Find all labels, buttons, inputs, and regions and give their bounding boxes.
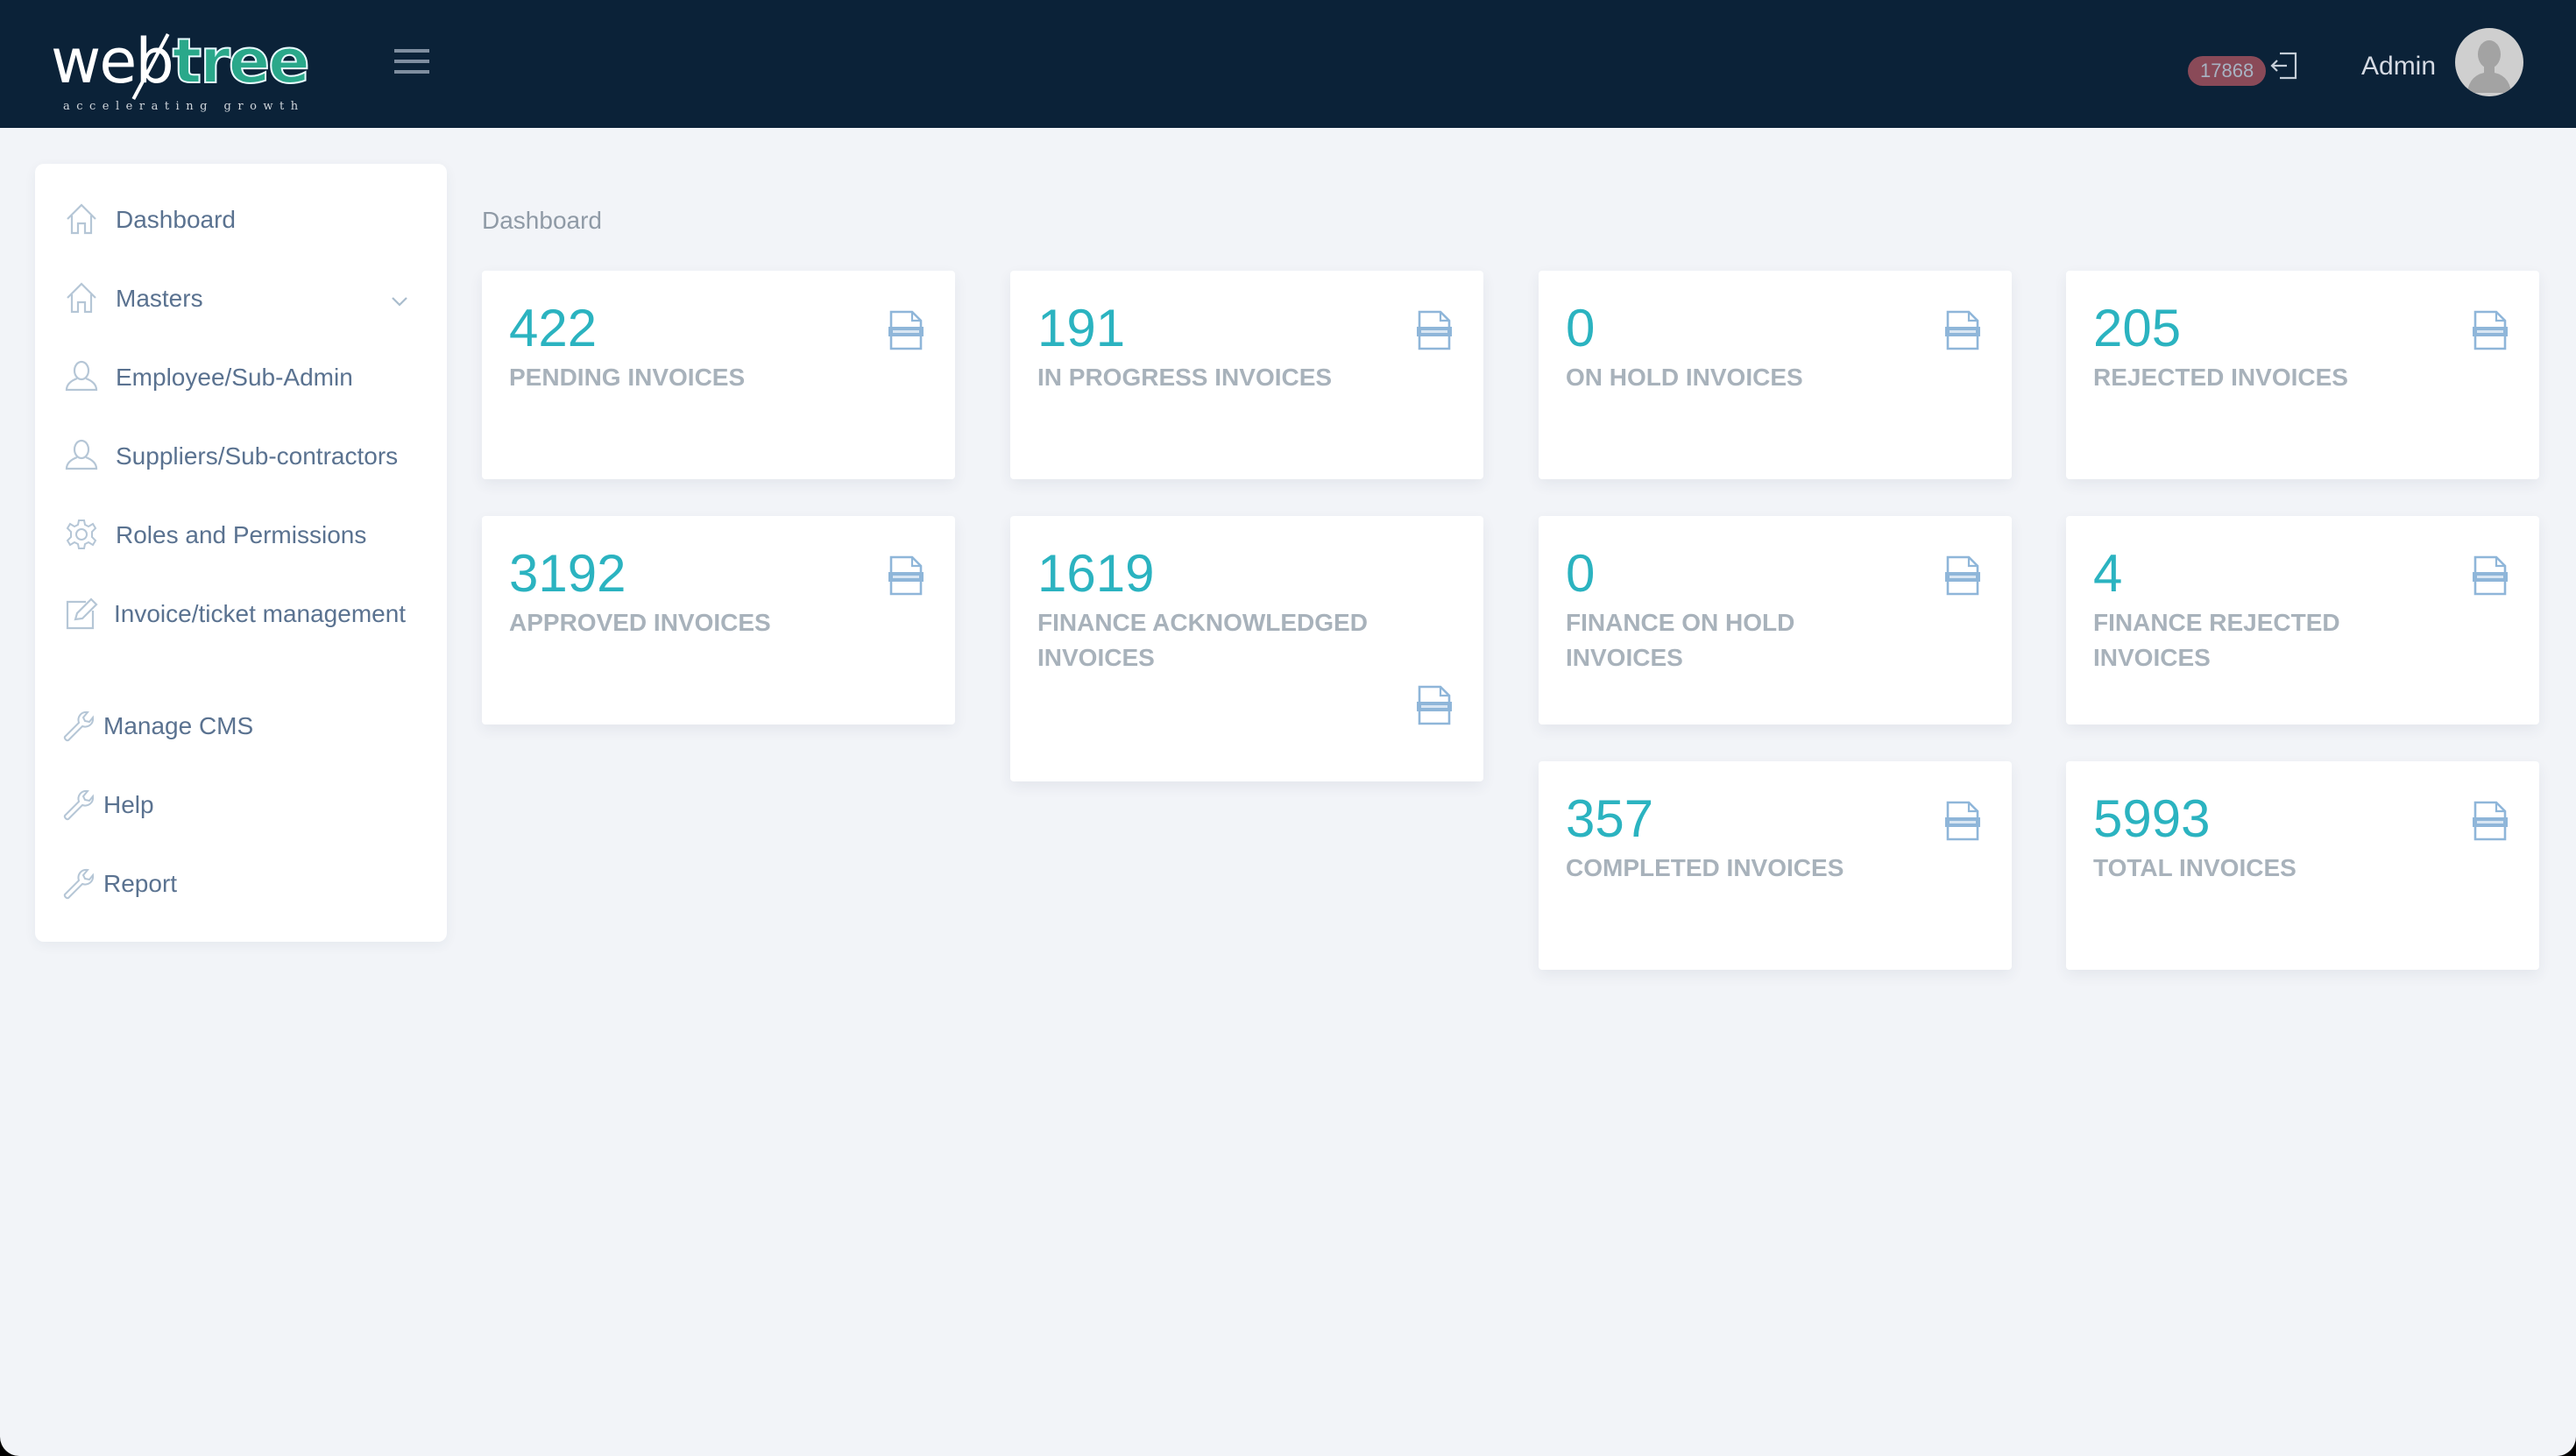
stat-label: PENDING INVOICES bbox=[509, 364, 746, 391]
logo-tagline: accelerating growth bbox=[63, 100, 305, 113]
stat-value: 357 bbox=[1566, 789, 1654, 848]
stat-label: TOTAL INVOICES bbox=[2093, 854, 2296, 881]
gear-icon bbox=[65, 518, 98, 551]
home-icon bbox=[65, 281, 98, 315]
wrench-icon bbox=[61, 788, 95, 821]
webtree-logo[interactable]: webtree accelerating growth bbox=[51, 25, 311, 114]
sidebar-item-label: Dashboard bbox=[116, 206, 236, 233]
invoice-document-icon bbox=[1417, 309, 1452, 351]
sidebar-item-suppliers[interactable]: Suppliers/Sub-contractors bbox=[65, 439, 433, 474]
sidebar-item-label: Manage CMS bbox=[103, 712, 254, 739]
sidebar-item-label: Roles and Permissions bbox=[116, 521, 367, 548]
invoice-document-icon bbox=[888, 555, 924, 597]
sidebar-item-report[interactable]: Report bbox=[61, 866, 429, 901]
stat-card-finance-rejected[interactable]: 4 FINANCE REJECTED INVOICES bbox=[2066, 516, 2539, 724]
home-icon bbox=[65, 202, 98, 236]
stat-card-finance-on-hold[interactable]: 0 FINANCE ON HOLD INVOICES bbox=[1539, 516, 2012, 724]
stat-label: FINANCE ON HOLD INVOICES bbox=[1566, 609, 1795, 671]
stat-value: 422 bbox=[509, 299, 598, 357]
chevron-down-icon[interactable] bbox=[389, 286, 410, 307]
stat-card-pending[interactable]: 422 PENDING INVOICES bbox=[482, 271, 955, 479]
sidebar-item-employee-sub-admin[interactable]: Employee/Sub-Admin bbox=[65, 360, 433, 395]
top-navbar: webtree accelerating growth 17868 Admin bbox=[0, 0, 2576, 128]
stat-value: 0 bbox=[1566, 299, 1596, 357]
sidebar: Dashboard Masters Employee/Sub-Admin Sup… bbox=[35, 164, 447, 942]
sidebar-item-dashboard[interactable]: Dashboard bbox=[65, 202, 433, 237]
sidebar-item-label: Masters bbox=[116, 285, 203, 312]
stat-card-in-progress[interactable]: 191 IN PROGRESS INVOICES bbox=[1010, 271, 1483, 479]
logout-icon[interactable] bbox=[2269, 51, 2299, 81]
stat-label: REJECTED INVOICES bbox=[2093, 364, 2348, 391]
user-avatar-icon[interactable] bbox=[2455, 28, 2523, 96]
sidebar-item-label: Employee/Sub-Admin bbox=[116, 364, 353, 391]
user-icon bbox=[65, 360, 98, 393]
stat-value: 0 bbox=[1566, 544, 1596, 603]
stat-value: 4 bbox=[2093, 544, 2123, 603]
invoice-document-icon bbox=[888, 309, 924, 351]
edit-icon bbox=[65, 597, 98, 630]
invoice-document-icon bbox=[1417, 684, 1452, 726]
sidebar-item-masters[interactable]: Masters bbox=[65, 281, 433, 316]
stat-value: 1619 bbox=[1037, 544, 1155, 603]
notification-badge[interactable]: 17868 bbox=[2188, 56, 2267, 86]
invoice-document-icon bbox=[2473, 309, 2508, 351]
stat-value: 5993 bbox=[2093, 789, 2211, 848]
sidebar-item-invoice-ticket-management[interactable]: Invoice/ticket management bbox=[61, 597, 429, 632]
stat-value: 3192 bbox=[509, 544, 626, 603]
sidebar-item-label: Help bbox=[103, 791, 154, 818]
breadcrumb: Dashboard bbox=[482, 207, 602, 234]
user-icon bbox=[65, 439, 98, 472]
logo-tree: tree bbox=[172, 25, 311, 97]
sidebar-item-roles-permissions[interactable]: Roles and Permissions bbox=[65, 518, 433, 553]
stat-card-completed[interactable]: 357 COMPLETED INVOICES bbox=[1539, 761, 2012, 970]
invoice-document-icon bbox=[1945, 800, 1980, 842]
sidebar-item-label: Suppliers/Sub-contractors bbox=[116, 442, 399, 470]
invoice-document-icon bbox=[2473, 555, 2508, 597]
stat-card-total[interactable]: 5993 TOTAL INVOICES bbox=[2066, 761, 2539, 970]
wrench-icon bbox=[61, 709, 95, 742]
stat-label: ON HOLD INVOICES bbox=[1566, 364, 1803, 391]
invoice-document-icon bbox=[1945, 309, 1980, 351]
hamburger-icon[interactable] bbox=[394, 49, 429, 77]
logo-wordmark: webtree bbox=[51, 25, 311, 97]
stat-label: COMPLETED INVOICES bbox=[1566, 854, 1844, 881]
stat-label: IN PROGRESS INVOICES bbox=[1037, 364, 1333, 391]
stat-value: 205 bbox=[2093, 299, 2182, 357]
stat-value: 191 bbox=[1037, 299, 1126, 357]
stat-label: FINANCE REJECTED INVOICES bbox=[2093, 609, 2340, 671]
stat-card-on-hold[interactable]: 0 ON HOLD INVOICES bbox=[1539, 271, 2012, 479]
sidebar-item-label: Invoice/ticket management bbox=[114, 600, 407, 627]
stat-card-rejected[interactable]: 205 REJECTED INVOICES bbox=[2066, 271, 2539, 479]
user-name[interactable]: Admin bbox=[2361, 49, 2436, 84]
stat-card-finance-acknowledged[interactable]: 1619 FINANCE ACKNOWLEDGED INVOICES bbox=[1010, 516, 1483, 781]
sidebar-item-label: Report bbox=[103, 870, 178, 897]
sidebar-item-help[interactable]: Help bbox=[61, 788, 429, 823]
wrench-icon bbox=[61, 866, 95, 900]
invoice-document-icon bbox=[1945, 555, 1980, 597]
stat-label: FINANCE ACKNOWLEDGED INVOICES bbox=[1037, 609, 1368, 671]
app-window: webtree accelerating growth 17868 Admin bbox=[0, 0, 2576, 1456]
stat-label: APPROVED INVOICES bbox=[509, 609, 771, 636]
stat-card-approved[interactable]: 3192 APPROVED INVOICES bbox=[482, 516, 955, 724]
invoice-document-icon bbox=[2473, 800, 2508, 842]
sidebar-item-manage-cms[interactable]: Manage CMS bbox=[61, 709, 429, 744]
